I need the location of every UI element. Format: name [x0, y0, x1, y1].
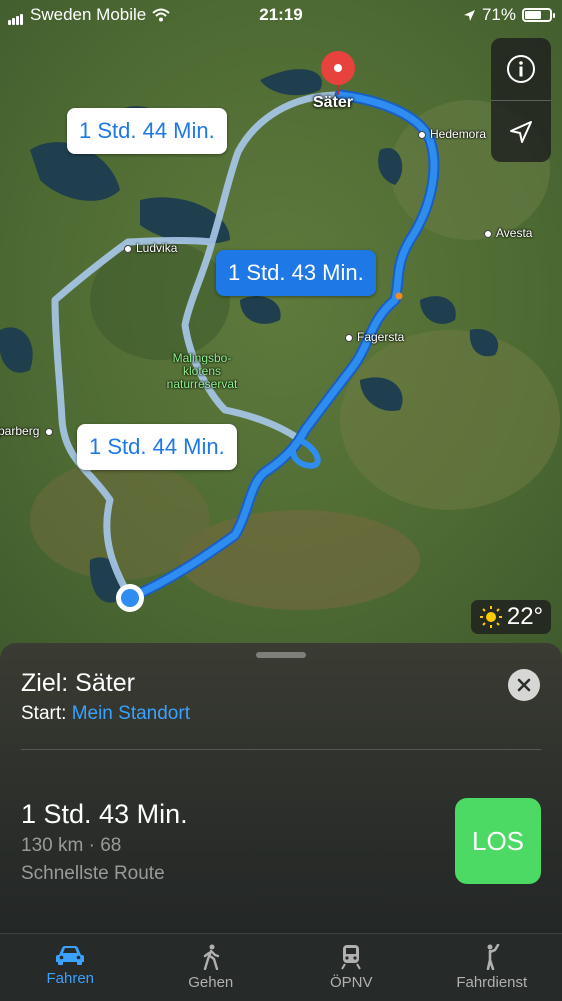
route-callout-alt-south[interactable]: 1 Std. 44 Min.	[77, 424, 237, 470]
destination-map-label: Säter	[313, 94, 353, 112]
route-duration[interactable]: 1 Std. 43 Min.	[21, 799, 188, 830]
route-callout-main[interactable]: 1 Std. 43 Min.	[216, 250, 376, 296]
map-view[interactable]	[0, 0, 562, 660]
start-line: Start: Mein Standort	[21, 703, 190, 725]
location-services-icon	[463, 9, 476, 22]
info-button[interactable]	[491, 38, 551, 100]
city-label-hedemora: Hedemora	[418, 127, 486, 141]
tab-label: Fahren	[46, 970, 94, 987]
tab-gehen[interactable]: Gehen	[141, 934, 282, 1001]
route-description: Schnellste Route	[21, 863, 165, 885]
start-label: Start:	[21, 703, 66, 724]
rideshare-icon	[481, 944, 503, 970]
tab-fahren[interactable]: Fahren	[0, 934, 141, 1001]
route-distance: 130 km · 68	[21, 835, 121, 857]
reserve-label: Malingsbo- klotens naturreservat	[148, 352, 256, 391]
tab-label: Fahrdienst	[456, 974, 527, 991]
go-button[interactable]: LOS	[455, 798, 541, 884]
battery-percent: 71%	[482, 5, 516, 25]
sheet-divider	[21, 749, 541, 750]
train-icon	[340, 944, 362, 970]
sheet-grabber[interactable]	[256, 652, 306, 658]
temperature: 22°	[507, 603, 543, 631]
tab-fahrdienst[interactable]: Fahrdienst	[422, 934, 562, 1001]
status-bar: Sweden Mobile 21:19 71%	[0, 0, 562, 30]
tab-label: Gehen	[188, 974, 233, 991]
city-label-parberg: parberg	[0, 424, 57, 438]
traffic-marker	[396, 293, 403, 300]
tab-oepnv[interactable]: ÖPNV	[281, 934, 422, 1001]
location-arrow-icon	[508, 119, 534, 145]
route-callout-alt-north[interactable]: 1 Std. 44 Min.	[67, 108, 227, 154]
info-icon	[506, 54, 536, 84]
walk-icon	[200, 944, 222, 970]
close-button[interactable]	[508, 669, 540, 701]
car-icon	[55, 944, 85, 966]
close-icon	[517, 678, 531, 692]
route-sheet: Ziel: Säter Start: Mein Standort 1 Std. …	[0, 643, 562, 933]
battery-icon	[522, 8, 552, 22]
destination-title: Ziel: Säter	[21, 669, 135, 698]
city-label-fagersta: Fagersta	[345, 330, 404, 344]
start-location-link[interactable]: Mein Standort	[72, 703, 190, 724]
weather-badge: 22°	[471, 600, 551, 634]
sun-icon	[479, 605, 503, 629]
map-controls	[491, 38, 551, 162]
location-button[interactable]	[491, 101, 551, 163]
city-label-avesta: Avesta	[484, 226, 532, 240]
city-label-ludvika: Ludvika	[124, 241, 177, 255]
transport-tab-bar: Fahren Gehen ÖPNV Fahrdienst	[0, 933, 562, 1001]
tab-label: ÖPNV	[330, 974, 373, 991]
